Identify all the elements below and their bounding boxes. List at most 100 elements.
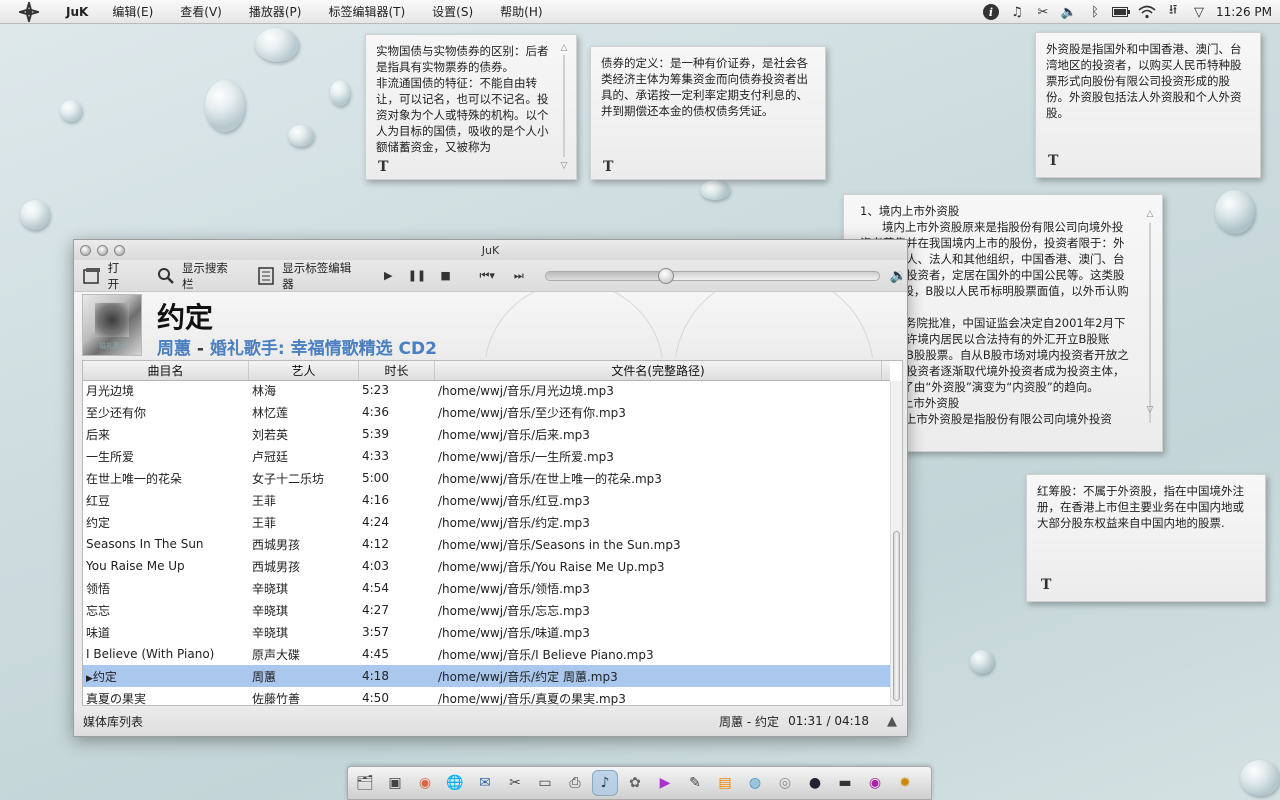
sticky-note[interactable]: 债券的定义：是一种有价证券，是社会各类经济主体为筹集资金而向债券投资者出具的、承… [590, 46, 826, 180]
sun-icon[interactable]: ✹ [892, 770, 918, 796]
track-row[interactable]: 领悟 辛晓琪 4:54/home/wwj/音乐/领悟.mp3 [83, 577, 890, 599]
music-note-icon[interactable]: ♫ [1004, 0, 1030, 24]
paw-icon[interactable]: ✿ [622, 770, 648, 796]
arrow-up-icon[interactable]: ▲ [887, 714, 897, 729]
track-row[interactable]: 红豆 王菲 4:16/home/wwj/音乐/红豆.mp3 [83, 489, 890, 511]
previous-track-button[interactable]: ⏮▾ [473, 265, 501, 287]
volume-icon[interactable]: 🔉 [890, 268, 907, 284]
scrollbar-thumb[interactable] [893, 531, 900, 701]
track-row[interactable]: 后来 刘若英 5:39/home/wwj/音乐/后来.mp3 [83, 423, 890, 445]
window-titlebar[interactable]: JuK [74, 240, 907, 260]
chrome-icon[interactable]: ◉ [412, 770, 438, 796]
track-row[interactable]: ▶约定 周蕙 4:18/home/wwj/音乐/约定 周蕙.mp3 [83, 665, 890, 687]
menu-edit[interactable]: 编辑(E) [112, 3, 153, 20]
note-text[interactable]: 实物国债与实物债券的区别：后者是指具有实物票券的债券。 非流通国债的特征：不能自… [376, 43, 552, 155]
volume-icon[interactable]: 🔈 [1056, 0, 1082, 24]
track-length: 4:50 [359, 691, 435, 705]
seek-slider[interactable] [544, 267, 880, 284]
terminal-icon[interactable]: ▣ [382, 770, 408, 796]
monitor-icon[interactable]: ▬ [832, 770, 858, 796]
track-row[interactable]: I Believe (With Piano) 原声大碟 4:45/home/wwj/… [83, 643, 890, 665]
sticky-note[interactable]: 实物国债与实物债券的区别：后者是指具有实物票券的债券。 非流通国债的特征：不能自… [365, 34, 577, 180]
sticky-note[interactable]: 红筹股：不属于外资股，指在中国境外注册，在香港上市但主要业务在中国内地或大部分股… [1026, 474, 1266, 602]
kde-logo-icon[interactable] [14, 0, 44, 24]
window-maximize-button[interactable] [114, 244, 125, 256]
show-tag-editor-button[interactable]: 显示标签编辑器 [257, 260, 362, 292]
paint-icon[interactable]: ▤ [712, 770, 738, 796]
menu-help[interactable]: 帮助(H) [500, 3, 542, 20]
track-row[interactable]: 约定 王菲 4:24/home/wwj/音乐/约定.mp3 [83, 511, 890, 533]
video-icon[interactable]: ▶ [652, 770, 678, 796]
open-button[interactable]: 打开 [82, 260, 130, 292]
chevron-down-icon[interactable]: ▽ [1186, 0, 1212, 24]
clock[interactable]: 11:26 PM [1216, 5, 1272, 19]
column-header-path[interactable]: 文件名(完整路径) [435, 361, 882, 380]
bluetooth-icon[interactable]: ᛒ [1082, 0, 1108, 24]
track-artist-text: 西城男孩 [252, 559, 301, 574]
column-header-length[interactable]: 时长 [359, 361, 435, 380]
pen-icon[interactable]: ✎ [682, 770, 708, 796]
pause-button[interactable]: ❚❚ [406, 265, 428, 287]
juk-icon[interactable]: ♪ [592, 770, 618, 796]
note-text[interactable]: 外资股是指国外和中国香港、澳门、台湾地区的投资者，以购买人民币特种股票形式向股份… [1046, 41, 1250, 121]
track-path-text: /home/wwj/音乐/后来.mp3 [438, 427, 590, 442]
track-length: 5:23 [359, 383, 435, 397]
scissors-icon[interactable]: ✂ [1030, 0, 1056, 24]
track-row[interactable]: 月光边境 林海 5:23/home/wwj/音乐/月光边境.mp3 [83, 379, 890, 401]
globe-icon[interactable]: 🌐 [442, 770, 468, 796]
album-cover[interactable]: 婚礼歌手 [82, 294, 142, 356]
thunderbird-icon[interactable]: ✉ [472, 770, 498, 796]
document-icon[interactable]: ▭ [532, 770, 558, 796]
app-name: JuK [66, 4, 89, 19]
track-row[interactable]: You Raise Me Up 西城男孩 4:03/home/wwj/音乐/You … [83, 555, 890, 577]
track-artist: 王菲 [249, 492, 359, 509]
info-icon[interactable]: i [978, 0, 1004, 24]
battery-icon[interactable] [1108, 0, 1134, 24]
track-list[interactable]: 月光边境 林海 5:23/home/wwj/音乐/月光边境.mp3 至少还有你 林忆莲 4… [82, 360, 903, 706]
column-header-artist[interactable]: 艺人 [249, 361, 359, 380]
track-list-scrollbar[interactable] [890, 381, 902, 705]
now-playing-album: 婚礼歌手: 幸福情歌精选 CD2 [209, 339, 437, 358]
note-text[interactable]: 红筹股：不属于外资股，指在中国境外注册，在香港上市但主要业务在中国内地或大部分股… [1037, 483, 1255, 531]
text-format-icon[interactable]: T [1041, 577, 1051, 593]
usb-icon[interactable]: ⭿ [1160, 0, 1186, 24]
window-close-button[interactable] [80, 244, 91, 256]
eye-icon[interactable]: ◉ [862, 770, 888, 796]
track-row[interactable]: 至少还有你 林忆莲 4:36/home/wwj/音乐/至少还有你.mp3 [83, 401, 890, 423]
earth-icon[interactable]: ◍ [742, 770, 768, 796]
play-button[interactable]: ▶ [377, 265, 399, 287]
menu-player[interactable]: 播放器(P) [249, 3, 302, 20]
window-minimize-button[interactable] [97, 244, 108, 256]
wifi-icon[interactable] [1134, 0, 1160, 24]
track-row[interactable]: Seasons In The Sun 西城男孩 4:12/home/wwj/音乐/S… [83, 533, 890, 555]
sphere-icon[interactable]: ● [802, 770, 828, 796]
sticky-note[interactable]: 外资股是指国外和中国香港、澳门、台湾地区的投资者，以购买人民币特种股票形式向股份… [1035, 32, 1261, 178]
menu-settings[interactable]: 设置(S) [432, 3, 473, 20]
text-format-icon[interactable]: T [603, 159, 613, 175]
note-text[interactable]: 债券的定义：是一种有价证券，是社会各类经济主体为筹集资金而向债券投资者出具的、承… [601, 55, 815, 119]
stop-button[interactable]: ■ [435, 265, 457, 287]
seek-slider-handle[interactable] [657, 267, 674, 284]
menu-view[interactable]: 查看(V) [180, 3, 222, 20]
file-manager-icon[interactable]: 🗂 [352, 770, 378, 796]
track-row[interactable]: 真夏の果実 佐藤竹善 4:50/home/wwj/音乐/真夏の果実.mp3 [83, 687, 890, 705]
track-path: /home/wwj/音乐/味道.mp3 [435, 624, 882, 641]
open-icon [82, 266, 102, 286]
scanner-icon[interactable]: ⎙ [562, 770, 588, 796]
disk-icon[interactable]: ◎ [772, 770, 798, 796]
note-scrollbar[interactable]: △ ▽ [558, 43, 570, 171]
track-row[interactable]: 一生所爱 卢冠廷 4:33/home/wwj/音乐/一生所爱.mp3 [83, 445, 890, 467]
track-row[interactable]: 味道 辛晓琪 3:57/home/wwj/音乐/味道.mp3 [83, 621, 890, 643]
status-now-playing[interactable]: 周蕙 - 约定 [719, 713, 779, 730]
menu-tag-editor[interactable]: 标签编辑器(T) [328, 3, 405, 20]
next-track-button[interactable]: ⏭ [508, 265, 530, 287]
note-scrollbar[interactable]: △ ▽ [1144, 203, 1156, 443]
tools-icon[interactable]: ✂ [502, 770, 528, 796]
show-search-bar-button[interactable]: 显示搜索栏 [156, 260, 238, 292]
text-format-icon[interactable]: T [378, 159, 388, 175]
column-header-title[interactable]: 曲目名 [83, 361, 249, 380]
track-row[interactable]: 在世上唯一的花朵 女子十二乐坊 5:00/home/wwj/音乐/在世上唯一的花朵.… [83, 467, 890, 489]
text-format-icon[interactable]: T [1048, 153, 1058, 169]
track-title-text: 后来 [86, 427, 111, 442]
track-row[interactable]: 忘忘 辛晓琪 4:27/home/wwj/音乐/忘忘.mp3 [83, 599, 890, 621]
